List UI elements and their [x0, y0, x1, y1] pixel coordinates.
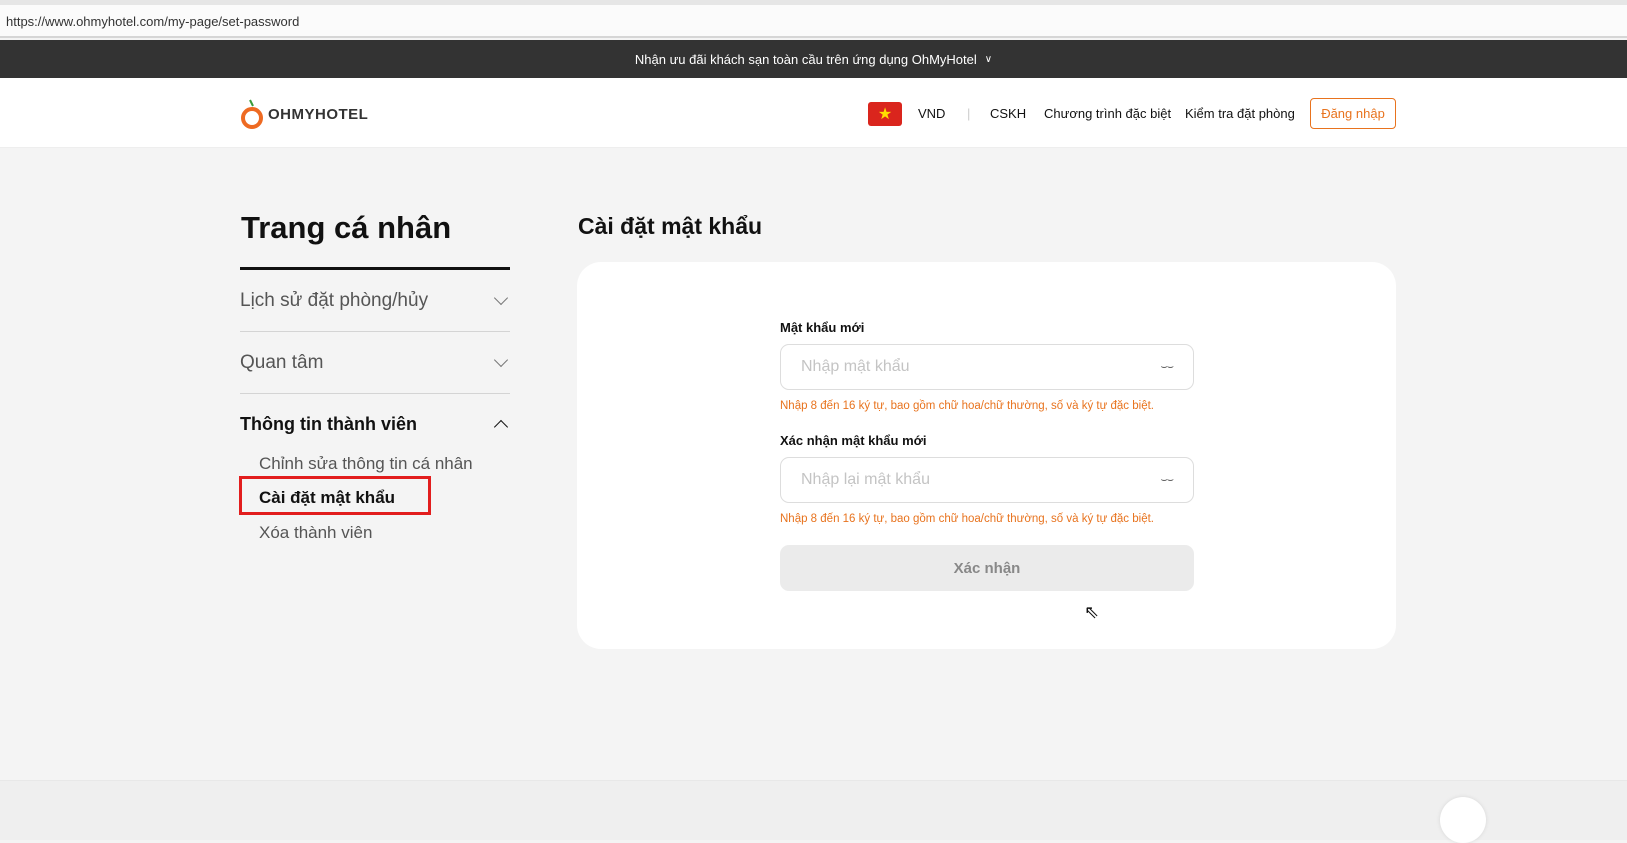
- confirm-button[interactable]: Xác nhận: [780, 545, 1194, 591]
- sidebar-item-booking-history[interactable]: Lịch sử đặt phòng/hủy: [240, 270, 510, 332]
- confirm-password-label: Xác nhận mật khẩu mới: [780, 433, 927, 448]
- currency-selector[interactable]: VND: [918, 106, 945, 121]
- new-password-hint: Nhập 8 đến 16 ký tự, bao gồm chữ hoa/chữ…: [780, 400, 1154, 412]
- eye-closed-icon[interactable]: ⌣⌣: [1161, 474, 1175, 487]
- sidebar-title: Trang cá nhân: [241, 210, 452, 245]
- url-text[interactable]: https://www.ohmyhotel.com/my-page/set-pa…: [6, 14, 299, 29]
- sidebar-subitem-edit-profile[interactable]: Chỉnh sửa thông tin cá nhân: [259, 454, 473, 474]
- chevron-down-icon: [493, 290, 509, 305]
- highlight-box: [239, 476, 431, 515]
- page-title: Cài đặt mật khẩu: [578, 213, 763, 239]
- vietnam-flag-icon[interactable]: ★: [868, 102, 902, 126]
- logo-orange-icon: [241, 99, 263, 129]
- footer: [0, 780, 1627, 840]
- divider: |: [967, 106, 971, 121]
- sidebar-item-label: Thông tin thành viên: [240, 413, 417, 434]
- chevron-down-icon: ∨: [984, 53, 993, 65]
- nav-cskh[interactable]: CSKH: [990, 106, 1026, 121]
- login-button[interactable]: Đăng nhập: [1310, 98, 1396, 129]
- app-promo-banner[interactable]: Nhận ưu đãi khách sạn toàn cầu trên ứng …: [0, 40, 1627, 78]
- chevron-down-icon: [493, 352, 509, 367]
- nav-check-booking[interactable]: Kiểm tra đặt phòng: [1185, 106, 1295, 121]
- confirm-password-input[interactable]: [801, 471, 1161, 489]
- eye-closed-icon[interactable]: ⌣⌣: [1161, 361, 1175, 374]
- nav-special-program[interactable]: Chương trình đặc biệt: [1044, 106, 1171, 121]
- sidebar-item-label: Quan tâm: [240, 351, 324, 373]
- logo[interactable]: OHMYHOTEL: [240, 98, 368, 130]
- mouse-cursor-icon: ⇖: [1084, 602, 1100, 622]
- sidebar-item-label: Lịch sử đặt phòng/hủy: [240, 289, 429, 311]
- browser-address-bar[interactable]: https://www.ohmyhotel.com/my-page/set-pa…: [0, 0, 1627, 38]
- chevron-up-icon: [493, 419, 509, 435]
- confirm-password-field[interactable]: ⌣⌣: [780, 457, 1194, 503]
- sidebar-subitem-delete-member[interactable]: Xóa thành viên: [259, 523, 372, 543]
- new-password-field[interactable]: ⌣⌣: [780, 344, 1194, 390]
- new-password-label: Mật khẩu mới: [780, 320, 865, 335]
- promo-text: Nhận ưu đãi khách sạn toàn cầu trên ứng …: [634, 51, 977, 67]
- confirm-password-hint: Nhập 8 đến 16 ký tự, bao gồm chữ hoa/chữ…: [780, 513, 1154, 525]
- sidebar-item-favorites[interactable]: Quan tâm: [240, 332, 510, 394]
- scroll-top-button[interactable]: [1440, 797, 1486, 843]
- sidebar-item-member-info[interactable]: Thông tin thành viên: [240, 393, 510, 455]
- logo-text: OHMYHOTEL: [268, 105, 369, 123]
- new-password-input[interactable]: [801, 358, 1161, 376]
